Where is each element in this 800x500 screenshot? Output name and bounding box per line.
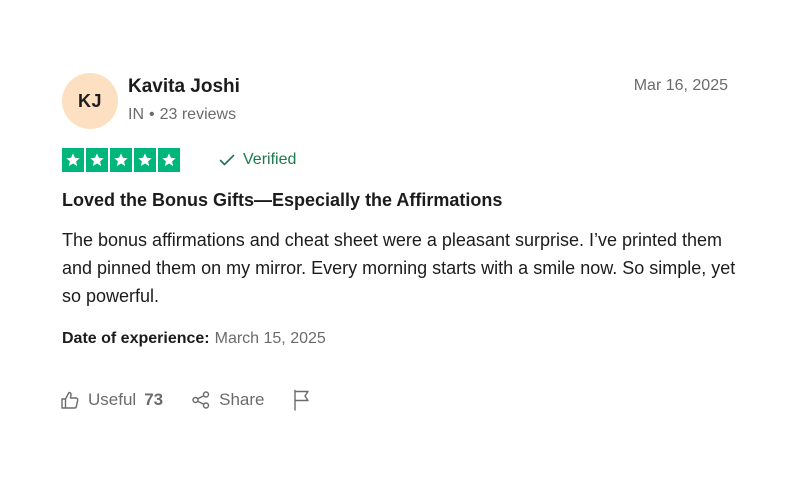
- review-body: The bonus affirmations and cheat sheet w…: [62, 230, 736, 306]
- share-button[interactable]: Share: [191, 390, 264, 410]
- reviewer-review-count[interactable]: 23 reviews: [160, 106, 236, 124]
- share-label: Share: [219, 390, 265, 409]
- useful-count: 73: [144, 390, 164, 409]
- experience-date: March 15, 2025: [214, 330, 326, 347]
- useful-label: Useful: [88, 390, 137, 409]
- star-icon: [110, 148, 132, 172]
- date-of-experience: Date of experience: March 15, 2025: [62, 330, 326, 348]
- avatar[interactable]: KJ: [62, 73, 118, 129]
- verified-badge[interactable]: Verified: [219, 151, 296, 169]
- thumbs-up-icon: [60, 390, 80, 410]
- star-icon: [86, 148, 108, 172]
- star-icon: [158, 148, 180, 172]
- share-icon: [191, 390, 211, 410]
- useful-button[interactable]: Useful 73: [60, 390, 163, 410]
- reviewer-meta: IN • 23 reviews: [128, 106, 236, 124]
- report-button[interactable]: [292, 389, 312, 411]
- review-title[interactable]: Loved the Bonus Gifts—Especially the Aff…: [62, 190, 502, 211]
- star-rating: [62, 148, 180, 172]
- review-date: Mar 16, 2025: [633, 77, 728, 94]
- review-actions: Useful 73 Share: [60, 389, 340, 411]
- flag-icon: [292, 389, 312, 411]
- star-icon: [134, 148, 156, 172]
- reviewer-country: IN: [128, 106, 144, 123]
- review-card: KJ Kavita Joshi IN • 23 reviews Mar 16, …: [0, 0, 800, 500]
- reviewer-name[interactable]: Kavita Joshi: [128, 76, 240, 98]
- star-icon: [62, 148, 84, 172]
- experience-label: Date of experience:: [62, 330, 210, 347]
- avatar-initials: KJ: [77, 90, 102, 111]
- checkmark-icon: [219, 154, 235, 166]
- verified-label: Verified: [243, 151, 297, 168]
- meta-separator: •: [149, 106, 155, 123]
